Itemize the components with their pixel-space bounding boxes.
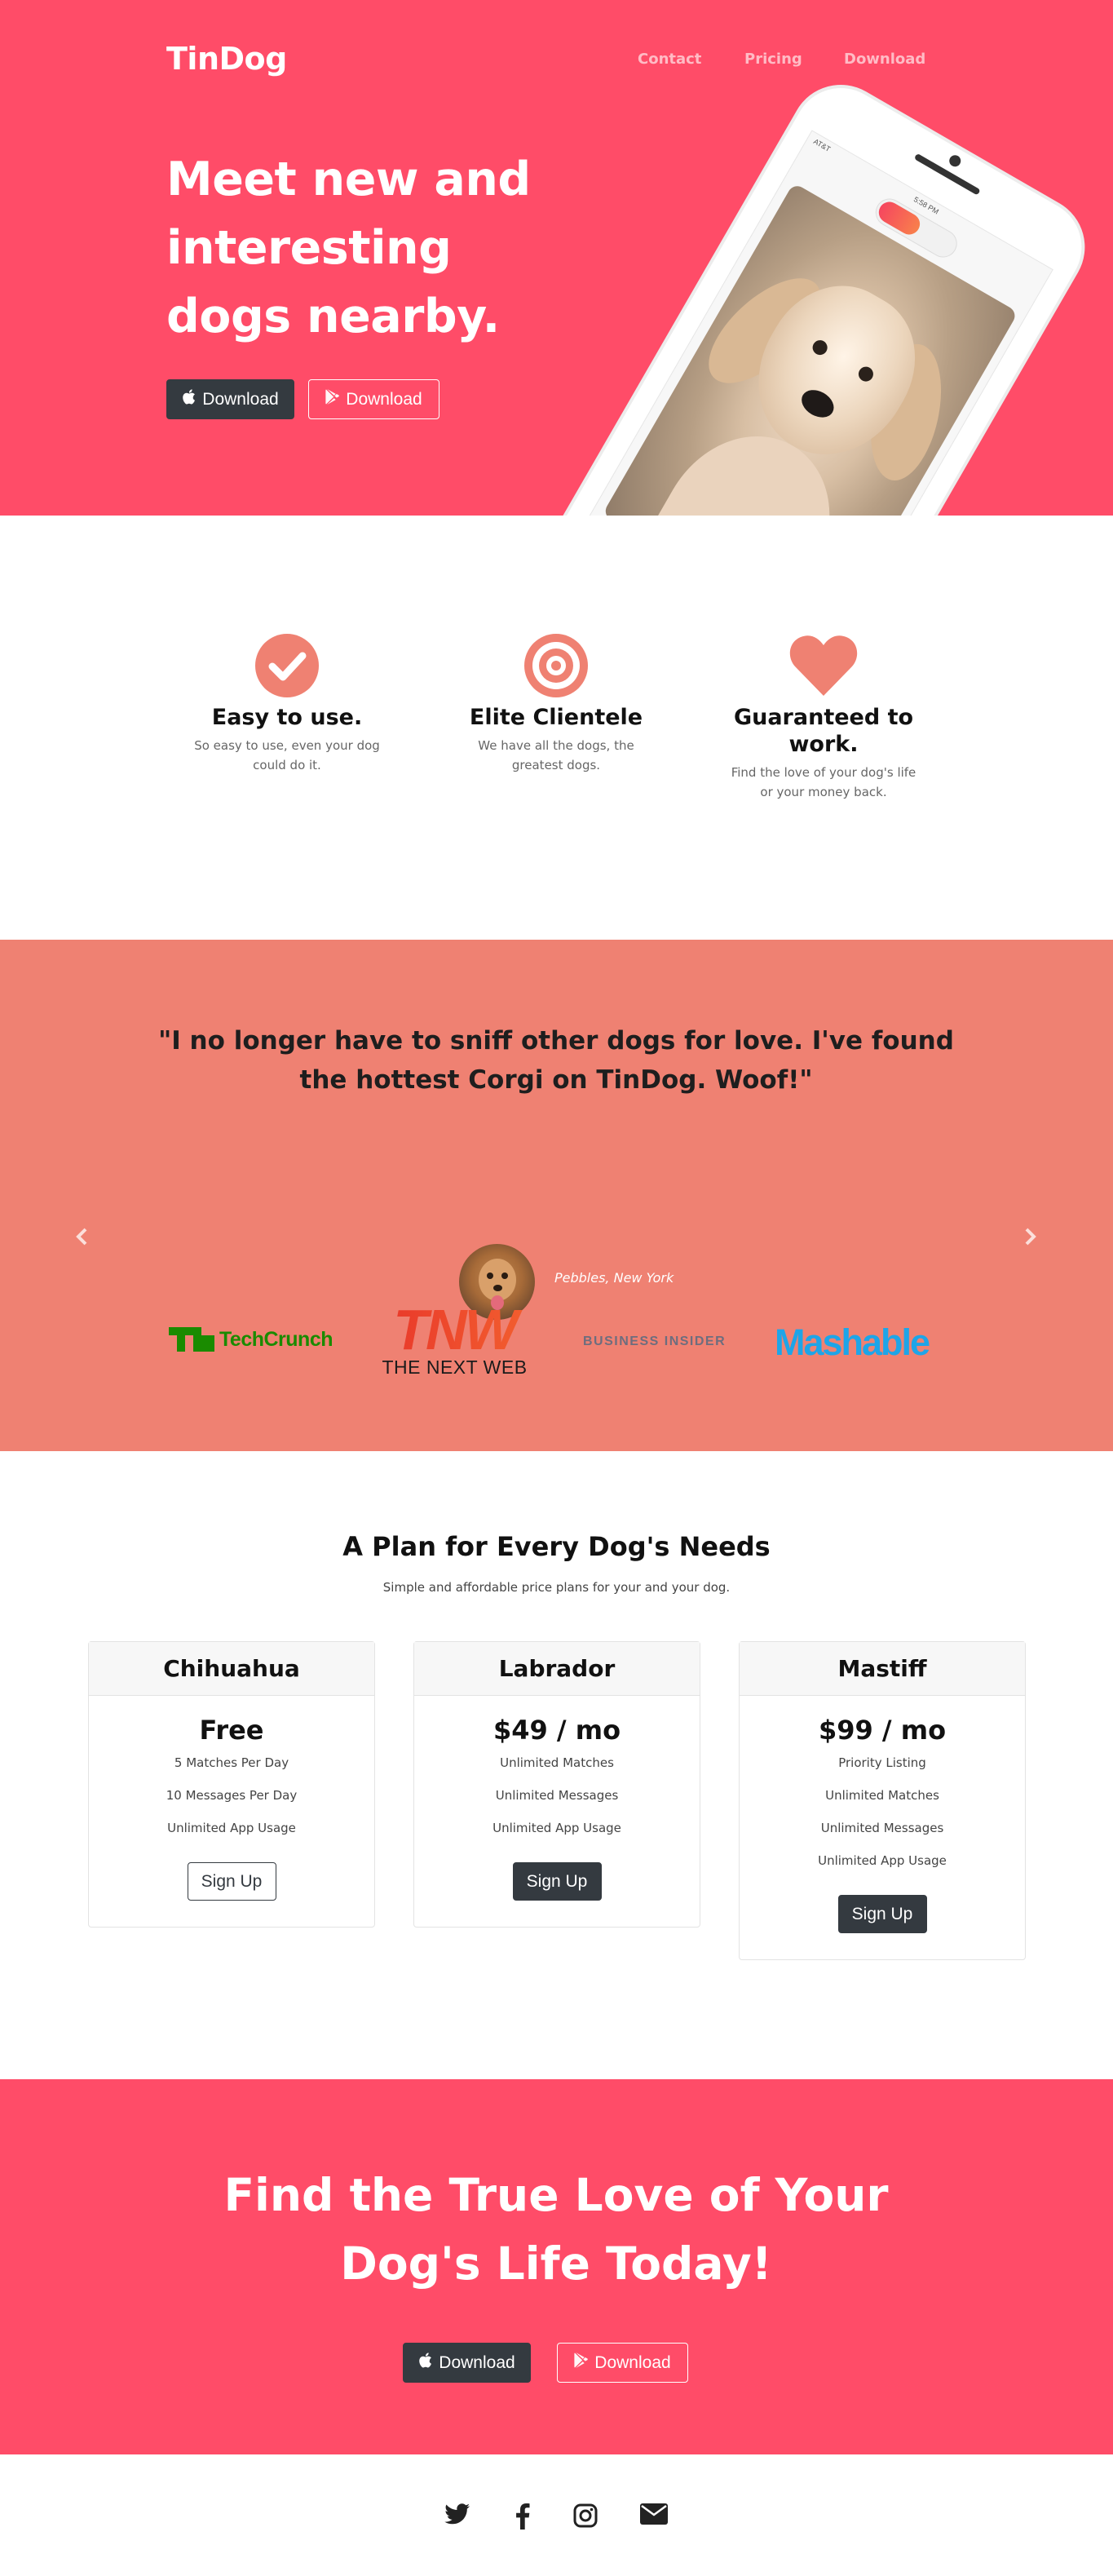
- feature-title: Elite Clientele: [469, 705, 643, 730]
- avatar-eye-left: [487, 1273, 493, 1279]
- plan-feature: Unlimited App Usage: [818, 1853, 947, 1868]
- apple-download-label: Download: [439, 2352, 515, 2372]
- feature-text: Find the love of your dog's life or your…: [731, 765, 916, 799]
- chevron-left-icon[interactable]: [75, 1225, 88, 1252]
- feature-title: Guaranteed to work.: [733, 705, 914, 757]
- google-play-download-button[interactable]: Download: [308, 379, 439, 419]
- facebook-icon[interactable]: [515, 2503, 530, 2533]
- business-insider-logo: BUSINESS INSIDER: [583, 1334, 727, 1348]
- cta-apple-download-button[interactable]: Download: [403, 2343, 531, 2383]
- plan-price: $99 / mo: [818, 1715, 947, 1746]
- plan-feature: Unlimited Matches: [500, 1755, 614, 1770]
- apple-icon: [182, 389, 196, 409]
- bullseye-icon: [458, 634, 654, 697]
- phone-mockup: AT&T 5:58 PM: [523, 70, 1099, 516]
- plan-card-chihuahua: Chihuahua Free 5 Matches Per Day 10 Mess…: [88, 1641, 375, 1928]
- testimonials-section: "I no longer have to sniff other dogs fo…: [0, 940, 1113, 1451]
- plan-card-labrador: Labrador $49 / mo Unlimited Matches Unli…: [413, 1641, 700, 1928]
- feature-guaranteed: Guaranteed to work. Find the love of you…: [726, 634, 921, 802]
- plan-feature: Unlimited Messages: [820, 1821, 944, 1835]
- nav-link-pricing[interactable]: Pricing: [744, 51, 802, 68]
- plan-price: $49 / mo: [492, 1715, 621, 1746]
- hero-section: TinDog Contact Pricing Download Meet new…: [0, 0, 1113, 516]
- feature-text: We have all the dogs, the greatest dogs.: [478, 738, 634, 772]
- check-circle-icon: [189, 634, 385, 697]
- plan-name: Chihuahua: [89, 1642, 374, 1696]
- plan-price: Free: [199, 1715, 264, 1746]
- plan-name: Mastiff: [740, 1642, 1025, 1696]
- sign-up-button-chihuahua[interactable]: Sign Up: [187, 1862, 276, 1901]
- navbar: TinDog Contact Pricing Download: [0, 0, 1113, 122]
- techcrunch-mark-icon: [169, 1327, 214, 1352]
- feature-easy: Easy to use. So easy to use, even your d…: [189, 634, 385, 775]
- nav-link-download[interactable]: Download: [844, 51, 925, 68]
- feature-title: Easy to use.: [211, 705, 363, 730]
- feature-elite: Elite Clientele We have all the dogs, th…: [458, 634, 654, 775]
- google-play-icon: [574, 2352, 589, 2373]
- tnw-mark: TNW: [371, 1301, 538, 1358]
- plan-card-mastiff: Mastiff $99 / mo Priority Listing Unlimi…: [739, 1641, 1026, 1960]
- plan-feature: 10 Messages Per Day: [166, 1788, 298, 1803]
- tnw-text: THE NEXT WEB: [382, 1357, 528, 1378]
- google-play-icon: [325, 389, 340, 409]
- testimonial-attribution: Pebbles, New York: [554, 1270, 674, 1286]
- pricing-section: A Plan for Every Dog's Needs Simple and …: [0, 1451, 1113, 2079]
- avatar-eye-right: [501, 1273, 508, 1279]
- plan-feature: Unlimited App Usage: [492, 1821, 621, 1835]
- plan-feature: Unlimited Matches: [825, 1788, 939, 1803]
- pricing-subtitle: Simple and affordable price plans for yo…: [382, 1580, 731, 1595]
- google-play-download-label: Download: [594, 2352, 671, 2372]
- nav-link-contact[interactable]: Contact: [638, 51, 701, 68]
- footer: [0, 2454, 1113, 2570]
- techcrunch-logo: TechCrunch: [169, 1327, 333, 1352]
- plan-name: Labrador: [414, 1642, 700, 1696]
- phone-carrier: AT&T: [811, 137, 833, 154]
- plan-feature: Unlimited Messages: [495, 1788, 619, 1803]
- plan-feature: 5 Matches Per Day: [174, 1755, 289, 1770]
- plan-feature: Unlimited App Usage: [167, 1821, 296, 1835]
- heart-icon: [726, 634, 921, 697]
- avatar-nose: [493, 1285, 502, 1291]
- techcrunch-text: TechCrunch: [219, 1327, 333, 1351]
- envelope-icon[interactable]: [640, 2503, 668, 2528]
- pricing-title: A Plan for Every Dog's Needs: [342, 1531, 771, 1562]
- cta-google-play-download-button[interactable]: Download: [557, 2343, 688, 2383]
- brand-logo[interactable]: TinDog: [166, 41, 287, 77]
- sign-up-button-mastiff[interactable]: Sign Up: [837, 1895, 927, 1933]
- phone-screen: AT&T 5:58 PM: [567, 130, 1053, 516]
- features-section: Easy to use. So easy to use, even your d…: [0, 516, 1113, 940]
- dog-photo: [602, 182, 1018, 516]
- testimonial-quote: "I no longer have to sniff other dogs fo…: [158, 1026, 954, 1095]
- chevron-right-icon[interactable]: [1024, 1225, 1037, 1252]
- apple-icon: [418, 2352, 432, 2373]
- twitter-icon[interactable]: [444, 2503, 470, 2530]
- google-play-download-label: Download: [346, 389, 422, 409]
- tnw-logo: TNW THE NEXT WEB: [371, 1301, 538, 1379]
- mashable-logo: Mashable: [775, 1321, 930, 1363]
- hero-title: Meet new and interesting dogs nearby.: [166, 153, 531, 343]
- instagram-icon[interactable]: [573, 2503, 598, 2531]
- cta-title: Find the True Love of Your Dog's Life To…: [223, 2169, 889, 2290]
- apple-download-label: Download: [202, 389, 279, 409]
- cta-section: Find the True Love of Your Dog's Life To…: [0, 2079, 1113, 2454]
- apple-download-button[interactable]: Download: [166, 379, 294, 419]
- plan-feature: Priority Listing: [838, 1755, 926, 1770]
- sign-up-button-labrador[interactable]: Sign Up: [512, 1862, 602, 1901]
- phone-speaker: [913, 153, 981, 196]
- phone-camera: [947, 153, 963, 169]
- feature-text: So easy to use, even your dog could do i…: [194, 738, 380, 772]
